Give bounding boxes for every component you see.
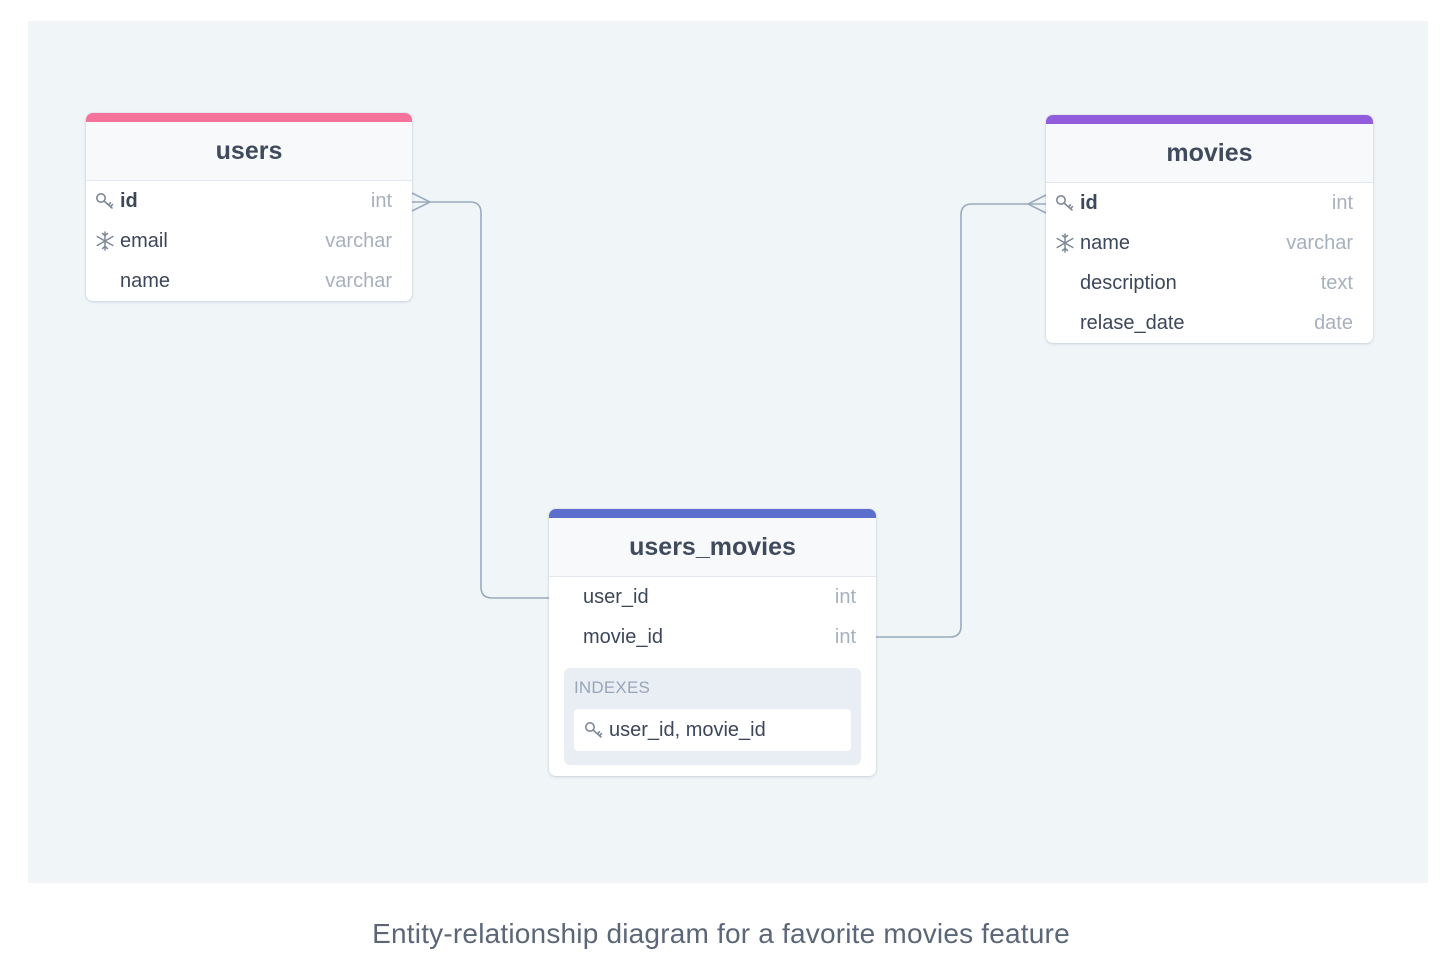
field-name: id <box>1080 191 1098 214</box>
key-icon <box>95 191 120 211</box>
field-type: int <box>834 585 856 608</box>
field-type: varchar <box>325 269 392 292</box>
field-type: varchar <box>325 229 392 252</box>
movies-table[interactable]: movies id int name varchar description t… <box>1046 115 1373 343</box>
users-table[interactable]: users id int email varchar name varchar <box>86 113 412 301</box>
users-movies-table-title: users_movies <box>549 518 876 577</box>
users-movies-accent-bar <box>549 509 876 518</box>
index-row[interactable]: user_id, movie_id <box>574 709 851 751</box>
field-type: date <box>1314 311 1353 334</box>
movies-field-relase-date[interactable]: relase_date date <box>1046 303 1373 343</box>
movies-field-id[interactable]: id int <box>1046 183 1373 223</box>
indexes-section: INDEXES user_id, movie_id <box>564 668 861 765</box>
users-table-title: users <box>86 122 412 181</box>
indexes-heading: INDEXES <box>574 678 651 697</box>
users-movies-field-user-id[interactable]: user_id int <box>549 577 876 617</box>
index-columns: user_id, movie_id <box>609 718 766 741</box>
key-icon <box>1055 193 1080 213</box>
field-type: varchar <box>1286 231 1353 254</box>
users-accent-bar <box>86 113 412 122</box>
movies-accent-bar <box>1046 115 1373 124</box>
key-icon <box>584 721 609 739</box>
movies-table-title: movies <box>1046 124 1373 183</box>
field-name: name <box>120 269 171 292</box>
users-field-name[interactable]: name varchar <box>86 261 412 301</box>
field-name: description <box>1080 271 1177 294</box>
field-name: relase_date <box>1080 311 1185 334</box>
users-field-id[interactable]: id int <box>86 181 412 221</box>
field-name: user_id <box>583 585 649 608</box>
field-name: name <box>1080 231 1131 254</box>
field-name: movie_id <box>583 625 664 648</box>
movies-field-description[interactable]: description text <box>1046 263 1373 303</box>
snowflake-icon <box>95 231 120 251</box>
field-type: int <box>370 189 392 212</box>
users-field-email[interactable]: email varchar <box>86 221 412 261</box>
field-type: int <box>834 625 856 648</box>
field-type: int <box>1331 191 1353 214</box>
field-name: email <box>120 229 168 252</box>
figure-caption: Entity-relationship diagram for a favori… <box>372 918 1070 949</box>
users-movies-field-movie-id[interactable]: movie_id int <box>549 617 876 657</box>
snowflake-icon <box>1055 233 1080 253</box>
movies-field-name[interactable]: name varchar <box>1046 223 1373 263</box>
field-type: text <box>1320 271 1353 294</box>
users-movies-table[interactable]: users_movies user_id int movie_id int IN… <box>549 509 876 776</box>
field-name: id <box>120 189 138 212</box>
